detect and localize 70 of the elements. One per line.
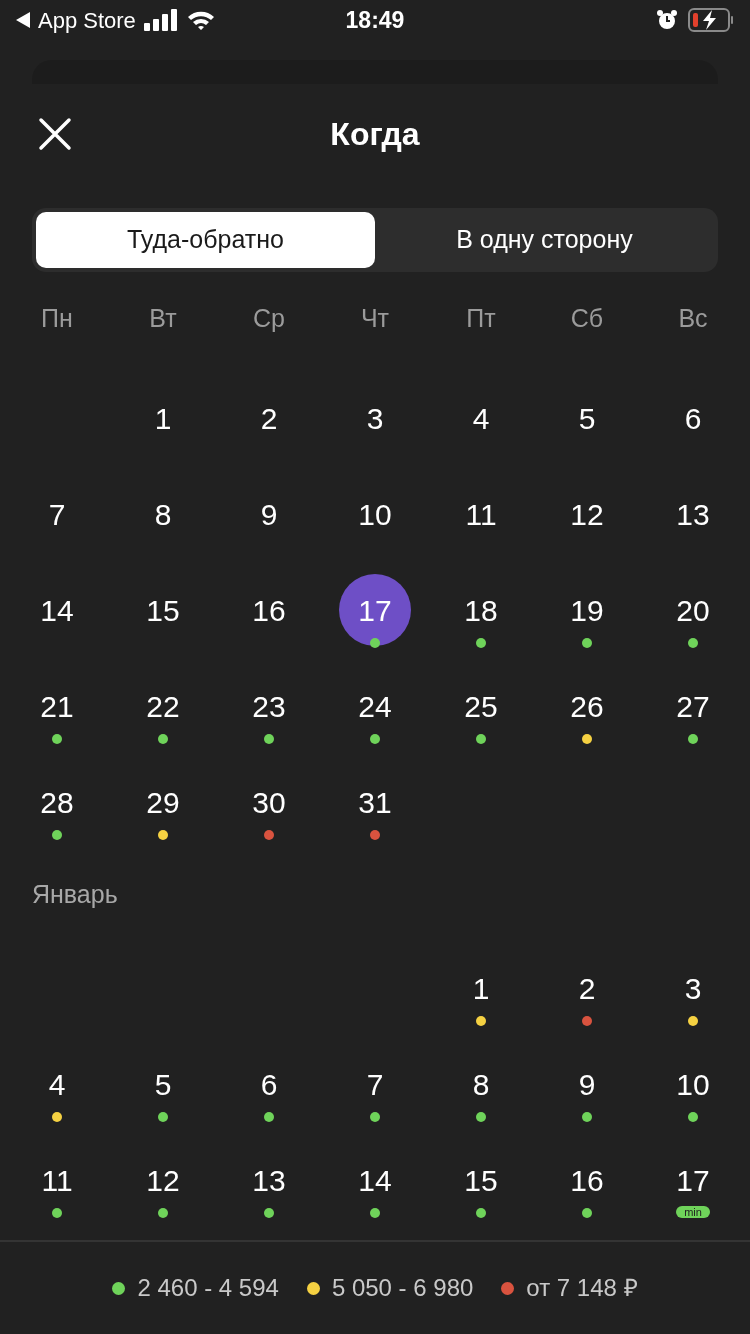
day-number[interactable]: 6 [241,1062,297,1106]
day-number[interactable]: 23 [241,684,297,728]
day-number[interactable]: 31 [347,780,403,824]
day-number[interactable]: 14 [347,1158,403,1202]
day-number[interactable]: 3 [665,966,721,1010]
weekday-label: Вс [678,303,708,335]
signal-icon [143,9,178,31]
weekday-label: Сб [570,303,604,335]
day-number[interactable]: 29 [135,780,191,824]
day-number[interactable]: 3 [347,396,403,440]
day-number[interactable]: 10 [347,492,403,536]
day-number[interactable]: 5 [559,396,615,440]
price-range-label: от 7 148 ₽ [526,1273,638,1303]
day-number[interactable]: 2 [241,396,297,440]
day-number[interactable]: 15 [135,588,191,632]
price-range-label: 2 460 - 4 594 [137,1273,279,1303]
clock-time: 18:49 [345,5,405,35]
day-number[interactable]: 14 [29,588,85,632]
day-number[interactable]: 24 [347,684,403,728]
day-number[interactable]: 16 [241,588,297,632]
day-number[interactable]: 20 [665,588,721,632]
selected-day[interactable]: 17 [339,574,411,646]
day-number[interactable]: 25 [453,684,509,728]
day-number[interactable]: 2 [559,966,615,1010]
day-number[interactable]: 9 [241,492,297,536]
day-number[interactable]: 12 [559,492,615,536]
trip-type-tab[interactable]: Туда-обратно [36,212,375,268]
day-number[interactable]: 30 [241,780,297,824]
day-number[interactable]: 11 [29,1158,85,1202]
back-icon[interactable] [16,12,30,28]
day-number[interactable]: 13 [241,1158,297,1202]
day-number[interactable]: 18 [453,588,509,632]
day-number[interactable]: 21 [29,684,85,728]
day-number[interactable]: 1 [135,396,191,440]
day-number[interactable]: 6 [665,396,721,440]
day-number[interactable]: 10 [665,1062,721,1106]
trip-type-tab[interactable]: В одну сторону [375,212,714,268]
day-number[interactable]: 12 [135,1158,191,1202]
weekday-label: Пт [466,303,496,335]
price-range-label: 5 050 - 6 980 [331,1273,474,1303]
weekday-label: Вт [149,303,177,335]
day-number[interactable]: 22 [135,684,191,728]
month-title: Январь [32,879,118,911]
day-number[interactable]: 16 [559,1158,615,1202]
day-number[interactable]: 7 [29,492,85,536]
battery-charging-icon [688,8,734,32]
day-number[interactable]: 11 [453,492,509,536]
day-number[interactable]: 4 [29,1062,85,1106]
weekday-label: Пн [41,303,73,335]
day-number[interactable]: 5 [135,1062,191,1106]
day-number[interactable]: 15 [453,1158,509,1202]
alarm-icon [656,9,678,31]
day-number[interactable]: 28 [29,780,85,824]
back-label[interactable]: App Store [38,3,136,37]
day-number[interactable]: 8 [453,1062,509,1106]
day-number[interactable]: 26 [559,684,615,728]
weekday-label: Ср [253,303,285,335]
day-number[interactable]: 19 [559,588,615,632]
day-number[interactable]: 9 [559,1062,615,1106]
close-icon[interactable] [38,117,72,151]
day-number[interactable]: 1 [453,966,509,1010]
day-number[interactable]: 4 [453,396,509,440]
min-price-badge: min [676,1206,710,1218]
day-number[interactable]: 7 [347,1062,403,1106]
day-number[interactable]: 27 [665,684,721,728]
screen-title: Когда [330,115,420,154]
day-number[interactable]: 13 [665,492,721,536]
day-number[interactable]: 17 [665,1158,721,1202]
weekday-label: Чт [360,303,390,335]
day-number[interactable]: 8 [135,492,191,536]
